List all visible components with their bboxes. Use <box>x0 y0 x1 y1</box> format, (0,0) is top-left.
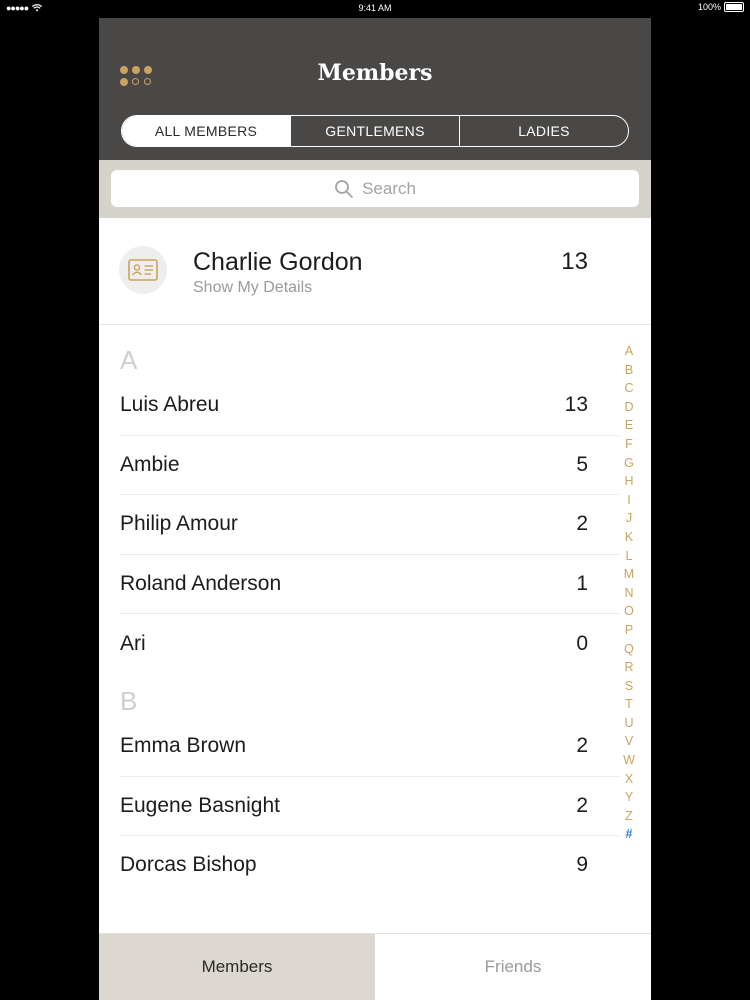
my-name: Charlie Gordon <box>193 248 363 276</box>
index-letter[interactable]: R <box>624 658 633 677</box>
status-time: 9:41 AM <box>358 3 392 13</box>
tab-friends[interactable]: Friends <box>375 934 651 1000</box>
member-name: Philip Amour <box>120 512 238 536</box>
segment-ladies[interactable]: LADIES <box>459 116 628 146</box>
member-name: Roland Anderson <box>120 572 282 596</box>
id-card-icon <box>119 246 167 294</box>
member-count: 5 <box>576 452 588 476</box>
navigation-bar: Members ALL MEMBERS GENTLEMENS LADIES <box>99 18 651 160</box>
index-letter[interactable]: Q <box>624 640 634 659</box>
segment-gentlemens[interactable]: GENTLEMENS <box>290 116 459 146</box>
member-name: Ambie <box>120 452 180 476</box>
member-count: 1 <box>576 572 588 596</box>
segmented-control: ALL MEMBERS GENTLEMENS LADIES <box>121 115 629 147</box>
search-input[interactable]: Search <box>111 170 639 207</box>
tab-members[interactable]: Members <box>99 934 375 1000</box>
segment-all-members[interactable]: ALL MEMBERS <box>122 116 290 146</box>
index-letter[interactable]: C <box>624 379 633 398</box>
index-letter[interactable]: Y <box>625 788 633 807</box>
battery-percent: 100% <box>697 2 721 12</box>
member-name: Dorcas Bishop <box>120 853 257 877</box>
member-count: 9 <box>576 853 588 877</box>
tab-bar: Members Friends <box>99 933 651 1000</box>
members-list: A Luis Abreu 13 Ambie 5 Philip Amour 2 R… <box>99 324 619 895</box>
alphabet-index[interactable]: A B C D E F G H I J K L M N O P Q R S T U V W X Y Z # <box>619 342 639 844</box>
index-letter[interactable]: U <box>624 714 633 733</box>
index-letter[interactable]: G <box>624 454 634 473</box>
list-item[interactable]: Philip Amour 2 <box>120 495 619 555</box>
index-letter[interactable]: X <box>625 770 633 789</box>
section-header-a: A <box>120 345 138 375</box>
index-letter[interactable]: L <box>626 547 633 566</box>
page-title: Members <box>317 60 433 86</box>
member-count: 0 <box>576 631 588 655</box>
member-name: Luis Abreu <box>120 393 220 417</box>
index-letter[interactable]: V <box>625 732 633 751</box>
index-letter[interactable]: B <box>625 361 633 380</box>
my-details-row[interactable]: Charlie Gordon Show My Details 13 <box>99 218 651 325</box>
index-letter[interactable]: S <box>625 677 633 696</box>
member-count: 2 <box>576 734 588 758</box>
members-screen: Members ALL MEMBERS GENTLEMENS LADIES Se… <box>99 18 651 1000</box>
index-letter[interactable]: N <box>624 584 633 603</box>
member-count: 2 <box>576 512 588 536</box>
list-item[interactable]: Dorcas Bishop 9 <box>120 836 619 895</box>
my-count: 13 <box>561 248 588 275</box>
search-placeholder: Search <box>362 178 416 198</box>
index-letter[interactable]: H <box>624 472 633 491</box>
member-name: Eugene Basnight <box>120 793 280 817</box>
index-letter[interactable]: # <box>626 825 633 844</box>
index-letter[interactable]: W <box>623 751 635 770</box>
search-bar: Search <box>99 160 651 218</box>
show-my-details-link[interactable]: Show My Details <box>193 279 312 297</box>
index-letter[interactable]: T <box>625 695 633 714</box>
index-letter[interactable]: A <box>625 342 633 361</box>
search-icon <box>335 179 353 198</box>
member-count: 13 <box>564 393 588 417</box>
index-letter[interactable]: I <box>627 491 630 510</box>
index-letter[interactable]: P <box>625 621 633 640</box>
index-letter[interactable]: Z <box>625 807 633 826</box>
index-letter[interactable]: J <box>626 509 632 528</box>
section-header-b: B <box>120 685 138 716</box>
status-bar: ●●●●● 9:41 AM 100% <box>0 0 750 16</box>
member-name: Ari <box>120 631 146 655</box>
index-letter[interactable]: O <box>624 602 634 621</box>
index-letter[interactable]: D <box>624 398 633 417</box>
member-count: 2 <box>576 793 588 817</box>
list-item[interactable]: Luis Abreu 13 <box>120 376 619 436</box>
index-letter[interactable]: M <box>624 565 634 584</box>
list-item[interactable]: Ari 0 <box>120 614 619 673</box>
list-item[interactable]: Ambie 5 <box>120 436 619 496</box>
member-name: Emma Brown <box>120 734 247 758</box>
battery-icon <box>724 2 744 12</box>
index-letter[interactable]: F <box>625 435 633 454</box>
list-item[interactable]: Emma Brown 2 <box>120 717 619 777</box>
list-item[interactable]: Roland Anderson 1 <box>120 555 619 615</box>
index-letter[interactable]: K <box>625 528 633 547</box>
list-item[interactable]: Eugene Basnight 2 <box>120 777 619 837</box>
index-letter[interactable]: E <box>625 416 633 435</box>
